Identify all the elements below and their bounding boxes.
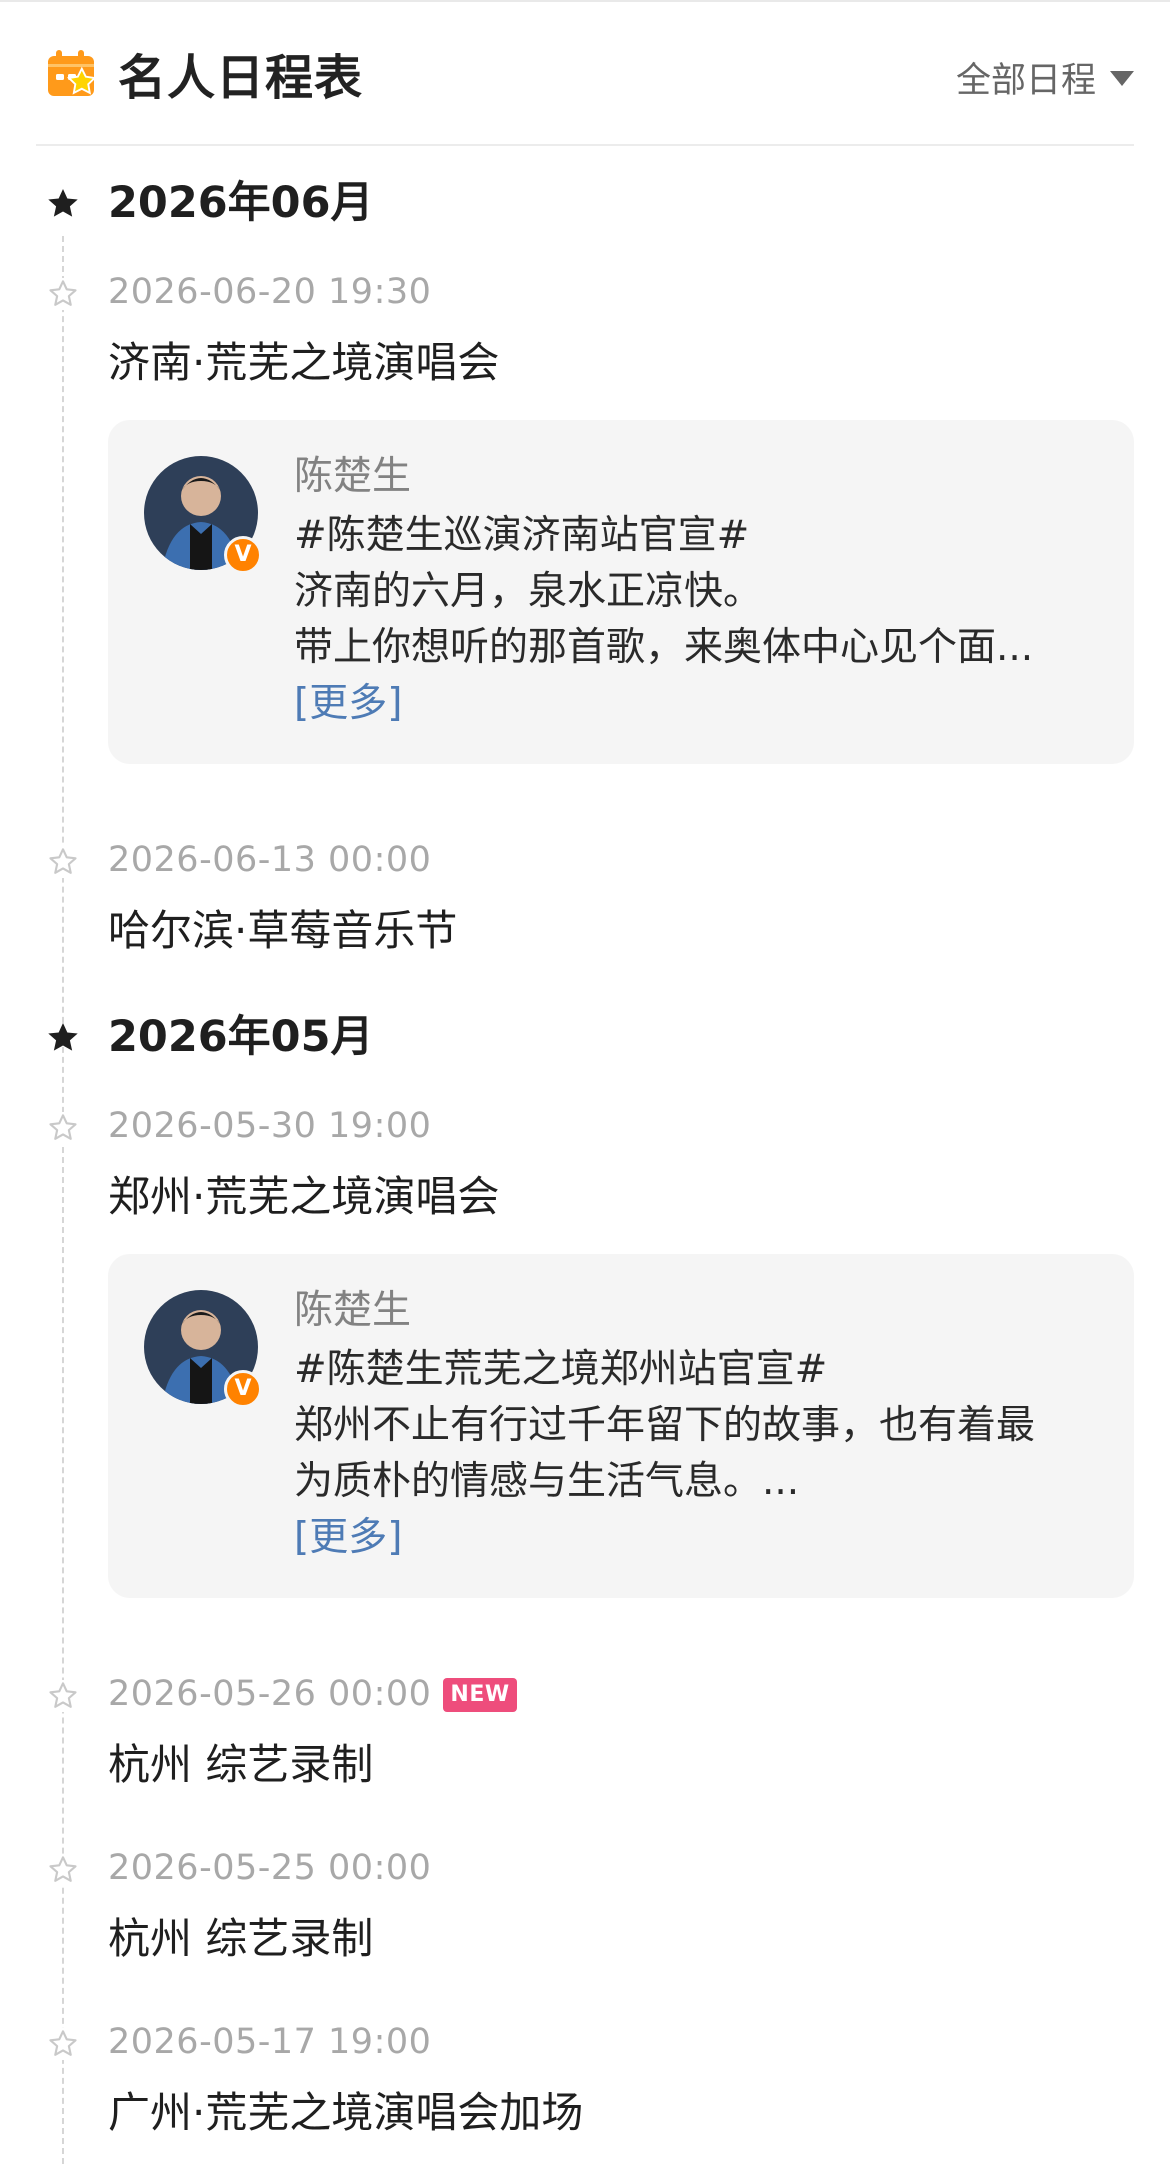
event-star-icon <box>47 2028 79 2060</box>
post-author[interactable]: 陈楚生 <box>294 1286 411 1336</box>
schedule-filter-dropdown[interactable]: 全部日程 <box>956 52 1134 102</box>
weibo-post-card[interactable]: V 陈楚生 #陈楚生巡演济南站官宣# 济南的六月，泉水正凉快。 带上你想听的那首… <box>108 420 1134 764</box>
month-heading: 2026年05月 <box>108 1012 374 1062</box>
weibo-post-card[interactable]: V 陈楚生 #陈楚生荒芜之境郑州站官宣# 郑州不止有行过千年留下的故事，也有着最… <box>108 1254 1134 1598</box>
new-badge: NEW <box>443 1678 517 1712</box>
event-datetime: 2026-05-26 00:00 <box>108 1674 432 1714</box>
event-star-icon <box>47 278 79 310</box>
page-title: 名人日程表 <box>118 50 364 106</box>
event-title[interactable]: 杭州 综艺录制 <box>108 1912 373 1966</box>
event-title[interactable]: 济南·荒芜之境演唱会 <box>108 336 499 390</box>
month-star-icon <box>48 1023 78 1051</box>
event-datetime: 2026-06-20 19:30 <box>108 272 432 312</box>
event-title[interactable]: 郑州·荒芜之境演唱会 <box>108 1170 499 1224</box>
event-star-icon <box>47 1112 79 1144</box>
filter-label: 全部日程 <box>955 60 1096 101</box>
schedule-header: 名人日程表 全部日程 <box>36 30 1134 130</box>
verified-badge-icon: V <box>224 1370 262 1408</box>
event-title[interactable]: 杭州 综艺录制 <box>108 1738 373 1792</box>
schedule-timeline: 2026年06月 2026-06-20 19:30 济南·荒芜之境演唱会 V 陈… <box>0 146 1170 2164</box>
post-content: #陈楚生巡演济南站官宣# 济南的六月，泉水正凉快。 带上你想听的那首歌，来奥体中… <box>294 508 1104 732</box>
top-border <box>0 0 1170 2</box>
post-line: 带上你想听的那首歌，来奥体中心见个面... <box>294 625 1034 670</box>
event-datetime: 2026-05-25 00:00 <box>108 1848 432 1888</box>
month-heading: 2026年06月 <box>108 178 374 228</box>
event-datetime: 2026-06-13 00:00 <box>108 840 432 880</box>
month-star-icon <box>48 189 78 217</box>
event-title[interactable]: 广州·荒芜之境演唱会加场 <box>108 2086 583 2140</box>
post-content: #陈楚生荒芜之境郑州站官宣# 郑州不止有行过千年留下的故事，也有着最 为质朴的情… <box>294 1342 1104 1566</box>
event-star-icon <box>47 846 79 878</box>
calendar-star-icon <box>48 50 97 96</box>
event-datetime: 2026-05-17 19:00 <box>108 2022 432 2062</box>
event-datetime: 2026-05-30 19:00 <box>108 1106 432 1146</box>
event-title[interactable]: 哈尔滨·草莓音乐节 <box>108 904 457 958</box>
more-link[interactable]: [更多] <box>294 676 1104 732</box>
post-line: 为质朴的情感与生活气息。... <box>294 1459 800 1504</box>
event-star-icon <box>47 1680 79 1712</box>
post-line: 郑州不止有行过千年留下的故事，也有着最 <box>294 1403 1036 1448</box>
event-datetime-row: 2026-05-26 00:00 NEW <box>108 1672 517 1716</box>
verified-badge-icon: V <box>224 536 262 574</box>
post-author[interactable]: 陈楚生 <box>294 452 411 502</box>
more-link[interactable]: [更多] <box>294 1510 1104 1566</box>
avatar[interactable]: V <box>144 1290 262 1408</box>
caret-down-icon <box>1110 70 1134 86</box>
avatar[interactable]: V <box>144 456 262 574</box>
post-line: #陈楚生巡演济南站官宣# <box>294 513 750 558</box>
post-line: 济南的六月，泉水正凉快。 <box>294 569 763 614</box>
event-star-icon <box>47 1854 79 1886</box>
post-line: #陈楚生荒芜之境郑州站官宣# <box>294 1347 828 1392</box>
